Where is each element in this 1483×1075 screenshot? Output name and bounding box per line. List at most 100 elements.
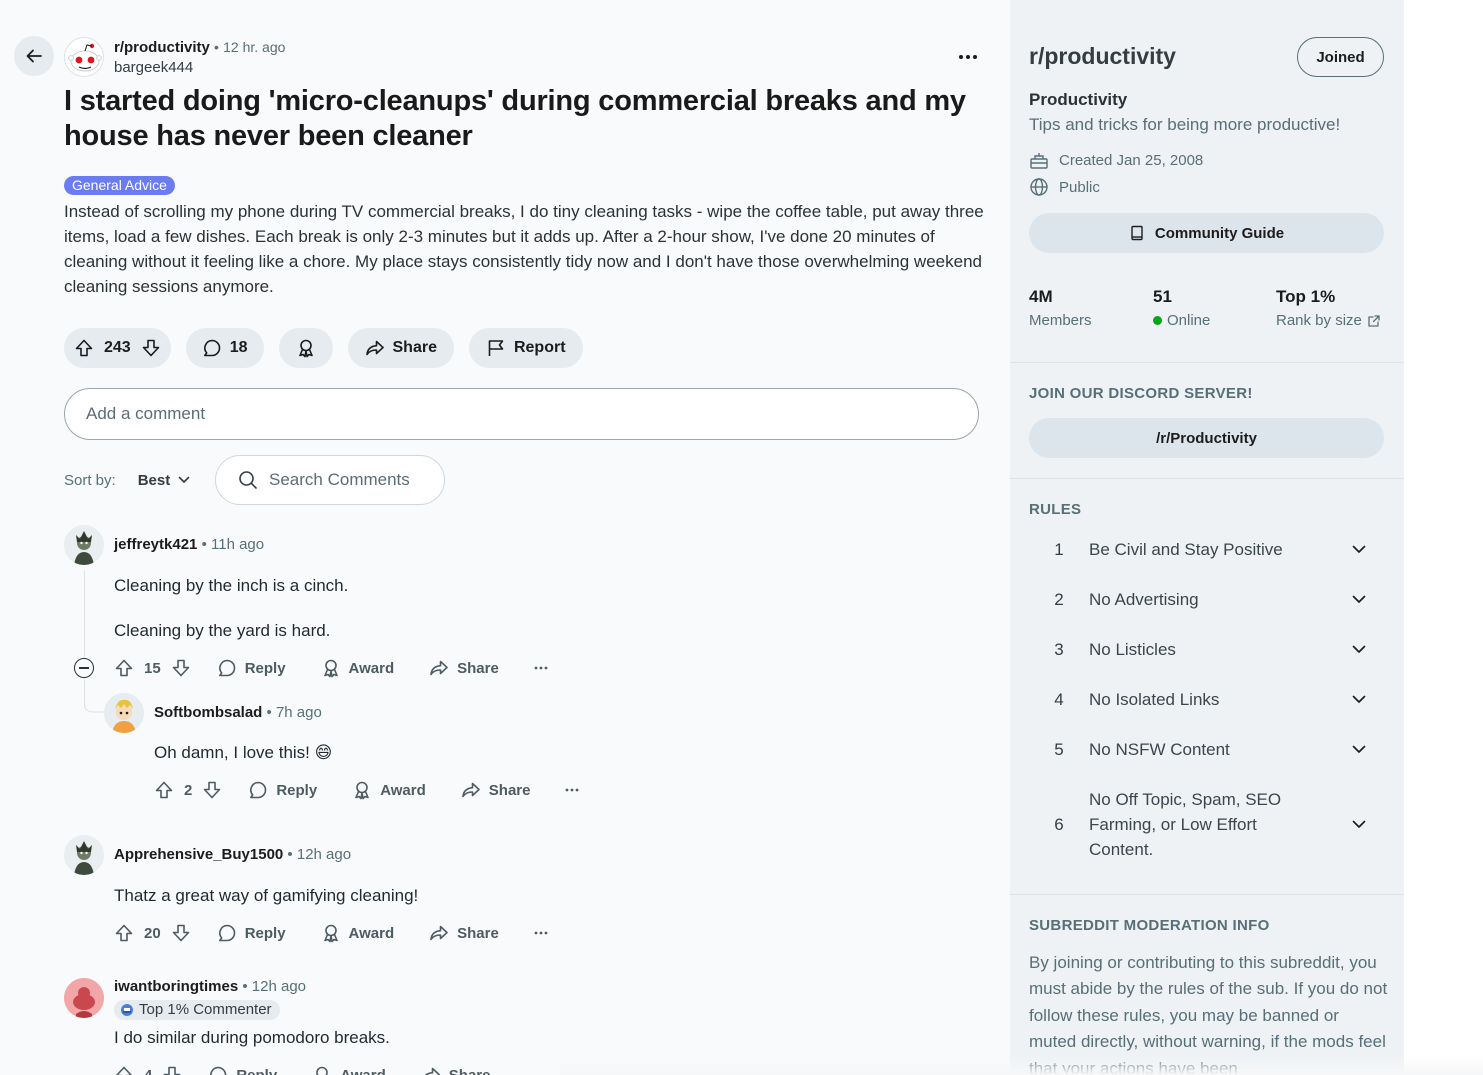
rule-item[interactable]: 5 No NSFW Content — [1029, 737, 1384, 762]
trophy-icon — [121, 1004, 133, 1016]
reply-button[interactable]: Reply — [217, 658, 286, 678]
avatar[interactable] — [64, 525, 104, 565]
search-comments-input[interactable]: Search Comments — [215, 455, 445, 505]
rule-number: 1 — [1054, 539, 1064, 559]
post-author-link[interactable]: bargeek444 — [114, 58, 285, 77]
award-icon — [323, 924, 338, 943]
upvote-icon[interactable] — [74, 338, 94, 358]
downvote-icon[interactable] — [171, 923, 191, 943]
post-share-label: Share — [392, 339, 437, 356]
comment-text: Cleaning by the inch is a cinch. — [114, 576, 349, 595]
post-title: I started doing 'micro-cleanups' during … — [64, 85, 966, 152]
sort-label: Sort by: — [64, 471, 116, 489]
comment-author[interactable]: Apprehensive_Buy1500 — [114, 846, 283, 863]
avatar[interactable] — [64, 835, 104, 875]
award-button[interactable]: Award — [312, 1065, 386, 1075]
stat-label: Rank by size — [1276, 312, 1381, 329]
share-button[interactable]: Share — [429, 923, 499, 943]
comment-vote-group: 15 — [114, 658, 191, 678]
add-comment-input[interactable]: Add a comment — [64, 388, 979, 440]
upvote-icon[interactable] — [114, 1065, 134, 1075]
avatar[interactable] — [104, 693, 144, 733]
rule-number: 4 — [1054, 689, 1064, 709]
community-visibility: Public — [1059, 178, 1100, 196]
user-avatar-icon — [64, 978, 104, 1018]
post-subreddit-link[interactable]: r/productivity — [114, 39, 210, 56]
subreddit-avatar[interactable] — [64, 37, 104, 77]
community-guide-button[interactable]: Community Guide — [1029, 213, 1384, 253]
external-link-icon — [1368, 314, 1380, 327]
post-award-button[interactable] — [278, 328, 333, 368]
comment-more-button[interactable] — [565, 788, 579, 792]
stat-value: 51 — [1153, 287, 1172, 306]
discord-button[interactable]: /r/Productivity — [1029, 418, 1384, 458]
share-button[interactable]: Share — [429, 658, 499, 678]
sidebar-community-title[interactable]: r/productivity — [1029, 43, 1176, 70]
share-button[interactable]: Share — [461, 780, 530, 800]
rule-item[interactable]: 6 No Off Topic, Spam, SEO Farming, or Lo… — [1029, 787, 1384, 862]
award-button[interactable]: Award — [321, 658, 394, 678]
comment-vote-count: 4 — [144, 1066, 153, 1075]
reply-button[interactable]: Reply — [208, 1065, 277, 1075]
collapse-thread-button[interactable] — [74, 658, 94, 678]
avatar[interactable] — [64, 978, 104, 1018]
online-dot-icon — [1153, 316, 1162, 325]
share-button[interactable]: Share — [421, 1065, 490, 1075]
award-button[interactable]: Award — [352, 780, 426, 800]
comment-author[interactable]: iwantboringtimes — [114, 978, 238, 995]
chevron-down-icon — [1352, 645, 1366, 653]
downvote-icon[interactable] — [202, 780, 222, 800]
comment-header: jeffreytk421 • 11h ago — [114, 536, 265, 553]
search-icon — [239, 471, 257, 489]
downvote-icon[interactable] — [162, 1065, 182, 1075]
chevron-down-icon — [1352, 745, 1366, 753]
comment-text: Thatz a great way of gamifying cleaning! — [114, 886, 419, 905]
upvote-icon[interactable] — [114, 923, 134, 943]
comment-header: iwantboringtimes • 12h ago — [114, 978, 307, 995]
community-visibility-row: Public — [1029, 177, 1100, 197]
post-share-button[interactable]: Share — [347, 328, 454, 368]
post-comments-button[interactable]: 18 — [185, 328, 264, 368]
comment-author[interactable]: Softbombsalad — [154, 704, 262, 721]
rule-item[interactable]: 1 Be Civil and Stay Positive — [1029, 537, 1384, 562]
award-icon — [323, 659, 338, 678]
share-icon — [430, 925, 448, 941]
upvote-icon[interactable] — [154, 780, 174, 800]
award-label: Award — [380, 781, 426, 799]
sort-dropdown[interactable]: Best — [138, 472, 191, 489]
snoo-icon — [68, 43, 102, 72]
reply-button[interactable]: Reply — [217, 923, 286, 943]
downvote-icon[interactable] — [171, 658, 191, 678]
comment-more-button[interactable] — [534, 666, 548, 670]
stat-rank[interactable]: Top 1% Rank by size — [1276, 286, 1381, 329]
discord-heading: JOIN OUR DISCORD SERVER! — [1029, 385, 1253, 402]
comment-more-button[interactable] — [534, 931, 548, 935]
back-arrow-icon — [26, 49, 42, 63]
stat-label: Online — [1153, 312, 1210, 329]
post-report-button[interactable]: Report — [468, 328, 583, 368]
post-action-bar: 243 18 Share Report — [64, 328, 583, 368]
upvote-icon[interactable] — [114, 658, 134, 678]
downvote-icon[interactable] — [141, 338, 161, 358]
sidebar-divider — [1010, 362, 1404, 363]
comment-time: 7h ago — [275, 704, 322, 721]
comment-time: 11h ago — [211, 536, 265, 553]
award-label: Award — [348, 924, 395, 942]
rule-item[interactable]: 2 No Advertising — [1029, 587, 1384, 612]
thread-line[interactable] — [84, 570, 85, 658]
post-body: Instead of scrolling my phone during TV … — [64, 202, 984, 296]
comment-action-bar: 20 Reply Award Share — [114, 918, 548, 948]
comment-author[interactable]: jeffreytk421 — [114, 536, 197, 553]
back-button[interactable] — [14, 36, 54, 76]
post-more-button[interactable] — [955, 44, 981, 70]
joined-button[interactable]: Joined — [1297, 37, 1384, 77]
rule-item[interactable]: 3 No Listicles — [1029, 637, 1384, 662]
comment-icon — [218, 659, 235, 677]
share-icon — [365, 340, 384, 356]
award-label: Award — [340, 1066, 386, 1075]
award-button[interactable]: Award — [321, 923, 395, 943]
chevron-down-icon — [178, 476, 190, 483]
post-flair[interactable]: General Advice — [64, 176, 175, 195]
reply-button[interactable]: Reply — [248, 780, 317, 800]
rule-item[interactable]: 4 No Isolated Links — [1029, 687, 1384, 712]
